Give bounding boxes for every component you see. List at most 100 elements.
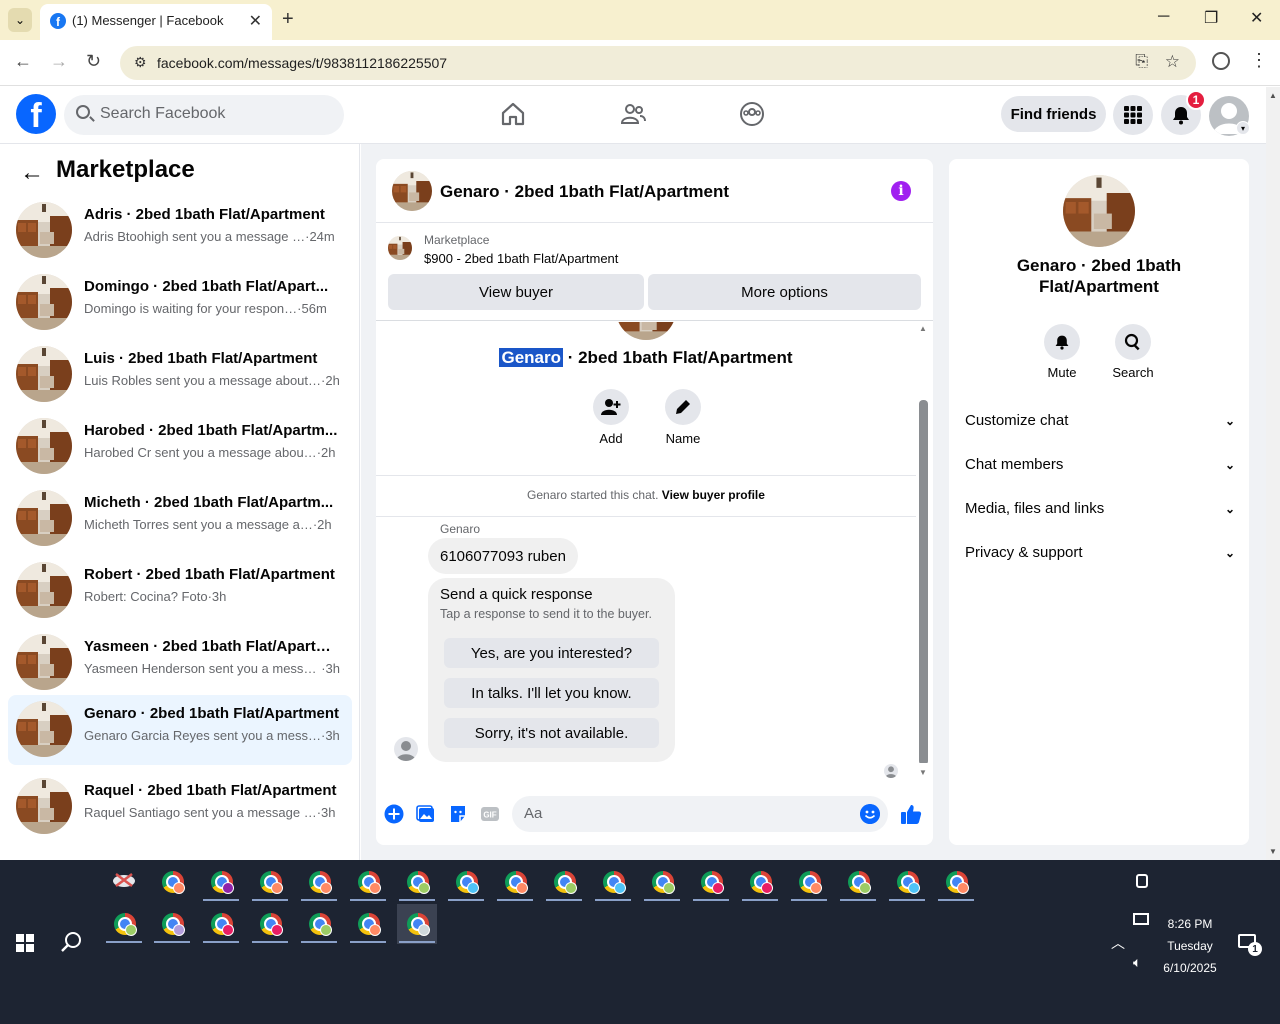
facebook-search-box[interactable] (64, 95, 344, 135)
chrome-taskbar-icon[interactable] (887, 862, 927, 902)
chrome-taskbar-icon[interactable] (642, 862, 682, 902)
chrome-taskbar-icon[interactable] (104, 904, 144, 944)
chrome-taskbar-icon[interactable] (348, 904, 388, 944)
forward-icon[interactable]: → (50, 51, 68, 72)
view-buyer-profile-link[interactable]: View buyer profile (662, 488, 765, 502)
chat-members-section[interactable]: Chat members ⌄ (965, 456, 1235, 486)
photo-icon[interactable] (416, 804, 436, 824)
info-icon[interactable]: i (891, 181, 911, 201)
taskbar-search-icon[interactable] (60, 930, 84, 954)
chrome-taskbar-icon[interactable] (250, 862, 290, 902)
chrome-taskbar-icon[interactable] (691, 862, 731, 902)
bookmark-star-icon[interactable]: ☆ (1165, 52, 1180, 72)
chrome-taskbar-icon[interactable] (740, 862, 780, 902)
chrome-taskbar-icon[interactable] (789, 862, 829, 902)
listing-thumbnail[interactable] (388, 236, 412, 260)
message-bubble[interactable]: 6106077093 ruben (428, 538, 578, 574)
quick-response-button[interactable]: In talks. I'll let you know. (444, 678, 659, 708)
chrome-taskbar-icon[interactable] (446, 862, 486, 902)
scroll-up-arrow-icon[interactable]: ▲ (919, 324, 927, 333)
chrome-taskbar-icon[interactable] (838, 862, 878, 902)
conversation-item[interactable]: Luis · 2bed 1bath Flat/Apartment Luis Ro… (8, 340, 352, 410)
conversation-item[interactable]: Harobed · 2bed 1bath Flat/Apartm... Haro… (8, 412, 352, 482)
friends-icon[interactable] (620, 101, 646, 127)
minimize-window-icon[interactable]: ─ (1158, 8, 1169, 26)
chrome-taskbar-icon[interactable] (397, 862, 437, 902)
account-chevron-icon[interactable]: ▾ (1236, 121, 1250, 135)
message-input-box[interactable] (512, 796, 888, 832)
message-thread[interactable]: Genaro · 2bed 1bath Flat/Apartment Add N… (376, 322, 933, 763)
facebook-logo-icon[interactable]: f (16, 94, 56, 134)
conversation-item[interactable]: Adris · 2bed 1bath Flat/Apartment Adris … (8, 196, 352, 266)
network-icon[interactable] (1133, 913, 1149, 925)
chrome-taskbar-icon[interactable] (201, 904, 241, 944)
chrome-taskbar-icon[interactable] (936, 862, 976, 902)
meet-now-icon[interactable] (1136, 874, 1148, 888)
reload-icon[interactable]: ↻ (86, 51, 101, 72)
chrome-taskbar-icon[interactable] (495, 862, 535, 902)
scrollbar-thumb[interactable] (919, 400, 928, 763)
address-bar[interactable]: ⚙ facebook.com/messages/t/98381121862255… (120, 46, 1196, 80)
more-options-button[interactable]: More options (648, 274, 921, 310)
add-people-button[interactable]: Add (581, 389, 641, 446)
back-icon[interactable]: ← (14, 51, 32, 72)
conversation-item[interactable]: Raquel · 2bed 1bath Flat/Apartment Raque… (8, 772, 352, 842)
facebook-search-input[interactable] (100, 105, 330, 123)
chrome-taskbar-icon[interactable] (348, 862, 388, 902)
media-files-links-section[interactable]: Media, files and links ⌄ (965, 500, 1235, 530)
restore-window-icon[interactable]: ❐ (1204, 8, 1218, 28)
page-scrollbar[interactable]: ▲ ▼ (1266, 87, 1280, 860)
chrome-taskbar-icon[interactable] (299, 862, 339, 902)
browser-menu-icon[interactable]: ⋮ (1250, 50, 1268, 71)
search-chat-button[interactable]: Search (1103, 324, 1163, 380)
home-icon[interactable] (500, 101, 526, 127)
browser-profile-icon[interactable] (1212, 52, 1230, 70)
show-hidden-icons-icon[interactable]: ︿ (1111, 933, 1125, 953)
install-app-icon[interactable]: ⎘ (1135, 53, 1148, 71)
chrome-taskbar-icon[interactable] (250, 904, 290, 944)
chat-avatar[interactable] (392, 171, 432, 211)
browser-tab[interactable]: f (1) Messenger | Facebook ✕ (40, 4, 272, 40)
scroll-down-arrow-icon[interactable]: ▼ (919, 768, 927, 777)
chrome-taskbar-icon[interactable] (152, 904, 192, 944)
chrome-taskbar-icon[interactable] (201, 862, 241, 902)
snipping-tool-icon[interactable] (104, 862, 144, 902)
chrome-taskbar-icon[interactable] (152, 862, 192, 902)
chrome-taskbar-icon[interactable] (299, 904, 339, 944)
customize-chat-section[interactable]: Customize chat ⌄ (965, 412, 1235, 442)
quick-response-button[interactable]: Sorry, it's not available. (444, 718, 659, 748)
mute-button[interactable]: Mute (1032, 324, 1092, 380)
conversation-item[interactable]: Domingo · 2bed 1bath Flat/Apart... Domin… (8, 268, 352, 338)
back-arrow-icon[interactable]: ← (20, 159, 44, 187)
scroll-down-arrow-icon[interactable]: ▼ (1269, 847, 1277, 856)
view-buyer-button[interactable]: View buyer (388, 274, 644, 310)
conversation-item[interactable]: Yasmeen · 2bed 1bath Flat/Apartm... Yasm… (8, 628, 352, 698)
privacy-support-section[interactable]: Privacy & support ⌄ (965, 544, 1235, 574)
tab-search-dropdown[interactable]: ⌄ (8, 8, 32, 32)
url-text[interactable]: facebook.com/messages/t/9838112186225507 (157, 55, 447, 71)
new-tab-icon[interactable]: + (282, 8, 294, 31)
thumbs-up-icon[interactable] (900, 803, 922, 825)
sticker-icon[interactable] (448, 804, 468, 824)
conversation-item[interactable]: Micheth · 2bed 1bath Flat/Apartm... Mich… (8, 484, 352, 554)
chrome-taskbar-icon[interactable] (593, 862, 633, 902)
chrome-taskbar-icon[interactable] (544, 862, 584, 902)
groups-icon[interactable] (739, 101, 765, 127)
quick-response-button[interactable]: Yes, are you interested? (444, 638, 659, 668)
emoji-icon[interactable] (860, 804, 880, 824)
listing-title[interactable]: $900 - 2bed 1bath Flat/Apartment (424, 251, 618, 266)
name-chat-button[interactable]: Name (653, 389, 713, 446)
windows-start-icon[interactable] (16, 934, 34, 952)
plus-actions-icon[interactable] (384, 804, 404, 824)
chrome-taskbar-icon[interactable] (397, 904, 437, 944)
menu-grid-button[interactable] (1113, 95, 1153, 135)
message-input[interactable] (524, 805, 844, 822)
gif-icon[interactable]: GIF (480, 804, 500, 824)
conversation-item[interactable]: Robert · 2bed 1bath Flat/Apartment Rober… (8, 556, 352, 626)
taskbar-clock[interactable]: 8:26 PM Tuesday 6/10/2025 (1150, 913, 1230, 979)
volume-icon[interactable]: 🔈︎ (1133, 954, 1141, 971)
find-friends-button[interactable]: Find friends (1001, 96, 1106, 132)
site-info-icon[interactable]: ⚙ (134, 54, 147, 71)
conversation-item-active[interactable]: Genaro · 2bed 1bath Flat/Apartment Genar… (8, 695, 352, 765)
close-window-icon[interactable]: ✕ (1250, 8, 1263, 28)
